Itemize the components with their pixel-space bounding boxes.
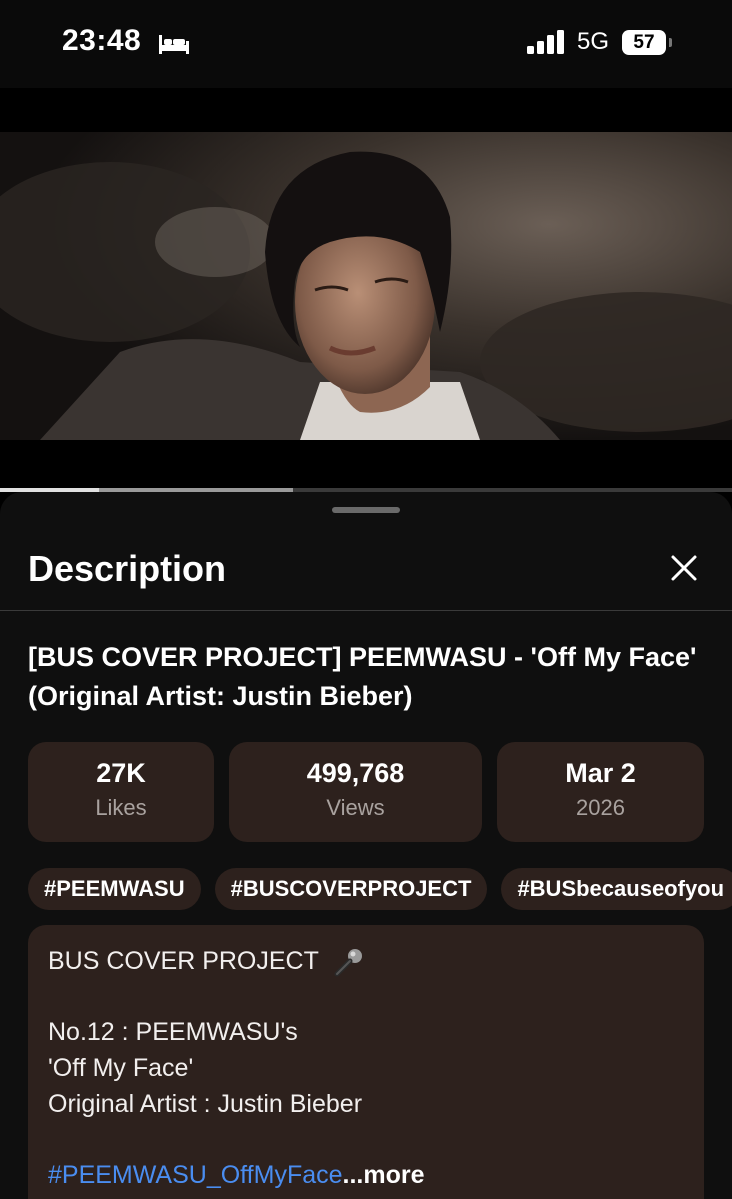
network-label: 5G [577,28,610,55]
video-title: [BUS COVER PROJECT] PEEMWASU - 'Off My F… [28,642,697,711]
description-line-3: 'Off My Face' [48,1054,194,1082]
sheet-drag-handle[interactable] [332,507,400,513]
status-time: 23:48 [62,24,142,57]
video-player[interactable] [0,88,732,490]
bed-icon [159,35,189,54]
hashtag-row[interactable]: #PEEMWASU #BUSCOVERPROJECT #BUSbecauseofyo… [28,868,732,910]
more-button[interactable]: ...more [343,1161,425,1189]
views-stat: 499,768 Views [229,742,482,842]
description-line-1: BUS COVER PROJECT [48,947,319,975]
close-icon[interactable] [664,548,704,588]
battery-tip [669,38,672,47]
sheet-divider [0,610,732,611]
description-line-4: Original Artist : Justin Bieber [48,1090,363,1118]
likes-label: Likes [95,795,147,820]
likes-count: 27K [96,758,146,788]
hashtag-chip[interactable]: #BUSCOVERPROJECT [214,868,488,910]
views-label: Views [326,795,385,820]
screen: 23:48 5G 57 Description [BUS COVER PROJE… [0,0,732,1199]
microphone-icon [334,949,363,977]
hashtag-chip[interactable]: #BUSbecauseofyou [501,868,732,910]
video-frame[interactable] [0,132,732,440]
battery-level: 57 [622,30,666,55]
status-bar: 23:48 5G 57 [0,0,732,88]
date-stat: Mar 2 2026 [497,742,704,842]
description-line: BUS COVER PROJECT [48,947,365,977]
battery-icon: 57 [622,30,672,55]
upload-year: 2026 [576,795,625,820]
description-text-box[interactable]: BUS COVER PROJECT No.12 : PEEMWASU's 'Of… [28,925,704,1199]
likes-stat: 27K Likes [28,742,214,842]
description-sheet: Description [BUS COVER PROJECT] PEEMWASU… [0,492,732,1199]
sheet-title: Description [28,548,227,589]
views-count: 499,768 [306,758,405,788]
description-line-2: No.12 : PEEMWASU's [48,1018,298,1046]
hashtag-chip[interactable]: #PEEMWASU [28,868,201,910]
description-line-5: #PEEMWASU_OffMyFace...more [48,1161,425,1190]
upload-date: Mar 2 [565,758,636,788]
description-hashtag-link[interactable]: #PEEMWASU_OffMyFace [48,1161,343,1189]
signal-icon [527,30,564,54]
video-still-image [0,132,732,440]
